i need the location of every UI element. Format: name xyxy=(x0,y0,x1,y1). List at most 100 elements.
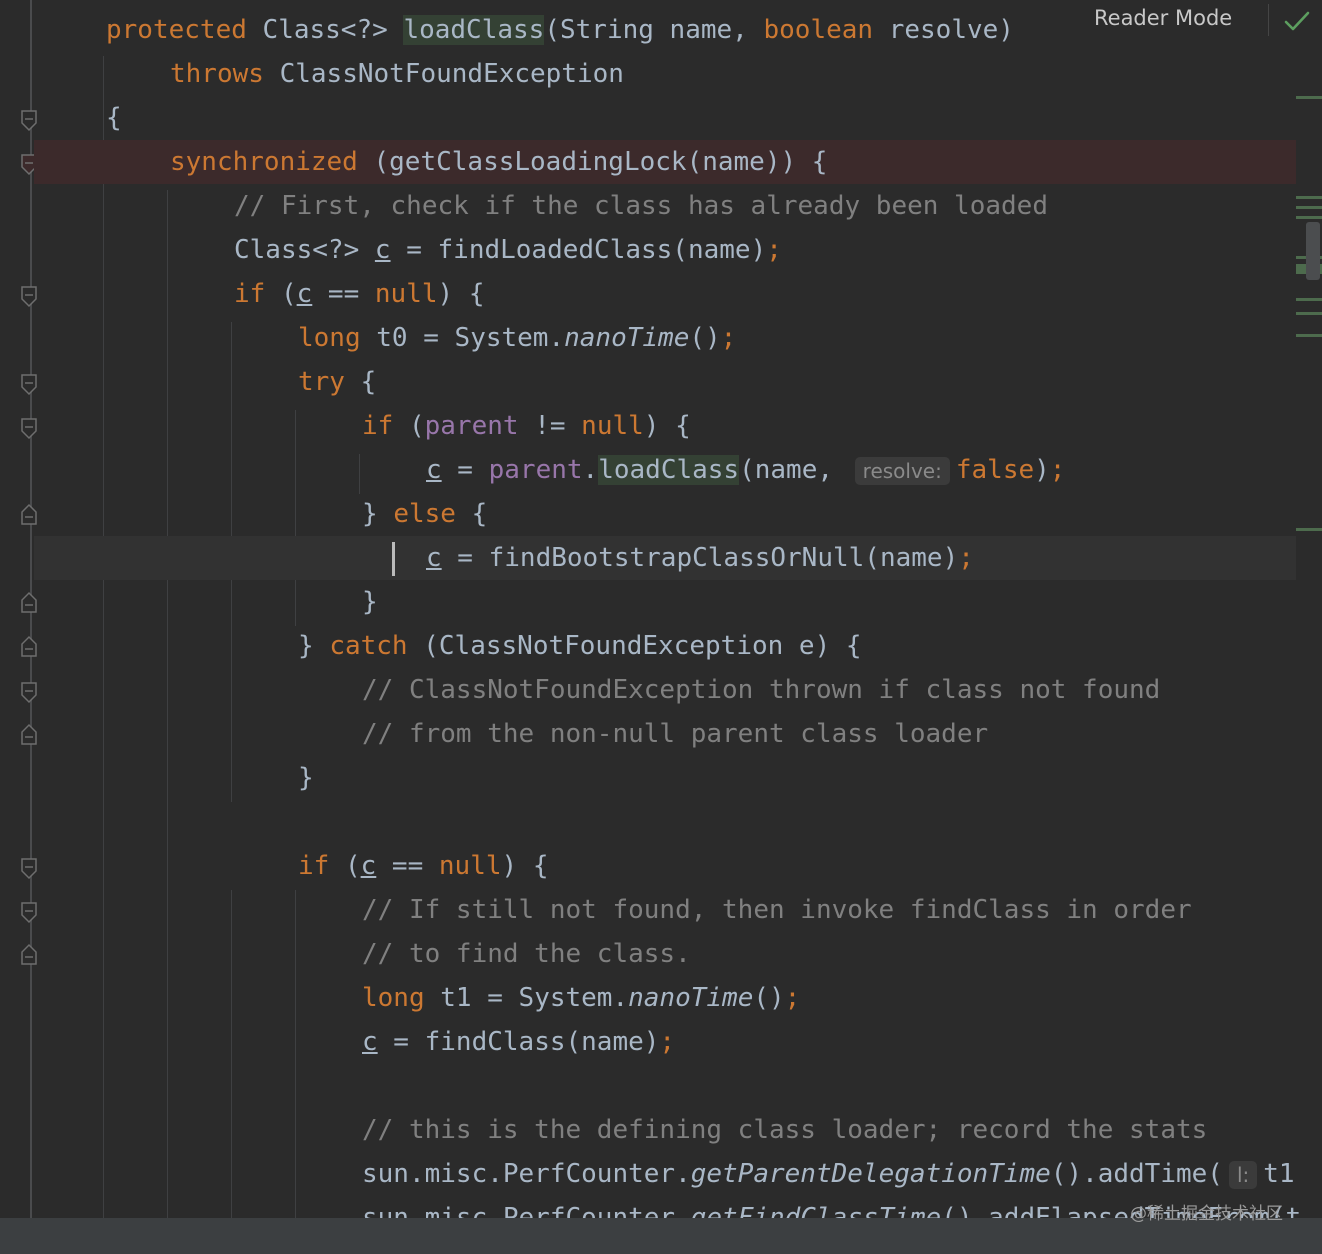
code-line[interactable]: c = parent.loadClass(name, resolve: false… xyxy=(0,448,1322,492)
code-line[interactable]: long t1 = System.nanoTime(); xyxy=(0,976,1322,1020)
code-text: = xyxy=(441,455,489,485)
comment: // First, check if the class has already… xyxy=(234,191,1048,221)
keyword: throws xyxy=(170,59,264,89)
code-text: (name, xyxy=(739,455,849,485)
watermark: @稀土掘金技术社区 xyxy=(1130,1204,1283,1224)
code-text: ClassNotFoundException xyxy=(263,59,624,89)
code-line[interactable]: { xyxy=(0,96,1322,140)
code-text: == xyxy=(312,279,375,309)
keyword: null xyxy=(374,279,438,309)
code-text: { xyxy=(106,103,122,133)
code-text: } xyxy=(298,763,314,793)
parameter-hint: resolve: xyxy=(854,457,950,485)
code-text: t1 xyxy=(1263,1159,1295,1189)
code-line[interactable]: sun.misc.PerfCounter.getParentDelegation… xyxy=(0,1152,1322,1196)
code-text: (ClassNotFoundException e) { xyxy=(407,631,862,661)
static-method: nanoTime xyxy=(564,323,690,353)
comment: // ClassNotFoundException thrown if clas… xyxy=(362,675,1161,705)
code-line[interactable]: // If still not found, then invoke findC… xyxy=(0,888,1322,932)
reader-mode-button[interactable]: Reader Mode xyxy=(1094,6,1232,30)
change-marker[interactable] xyxy=(1296,196,1322,199)
code-editor[interactable]: protected Class<?> loadClass(String name… xyxy=(0,0,1322,1218)
code-text: ) { xyxy=(643,411,691,441)
code-line[interactable]: } else { xyxy=(0,492,1322,536)
change-marker[interactable] xyxy=(1296,298,1322,301)
code-line[interactable]: // from the non-null parent class loader xyxy=(0,712,1322,756)
keyword: null xyxy=(581,411,644,441)
code-text: ( xyxy=(265,279,297,309)
code-text: () xyxy=(689,323,721,353)
change-marker[interactable] xyxy=(1296,206,1322,209)
comment: // this is the defining class loader; re… xyxy=(362,1115,1208,1145)
change-marker[interactable] xyxy=(1296,528,1322,531)
static-method: getParentDelegationTime xyxy=(690,1159,1051,1189)
change-marker[interactable] xyxy=(1296,312,1322,315)
change-marker[interactable] xyxy=(1296,334,1322,337)
code-text: = findLoadedClass(name) xyxy=(390,235,767,265)
code-text: t1 = System. xyxy=(424,983,629,1013)
change-marker[interactable] xyxy=(1296,216,1322,219)
code-line-highlighted[interactable]: synchronized (getClassLoadingLock(name))… xyxy=(34,140,1296,184)
code-text: sun.misc.PerfCounter. xyxy=(362,1203,691,1218)
semicolon: ; xyxy=(784,983,801,1013)
code-line[interactable]: sun.misc.PerfCounter.getFindClassTime().… xyxy=(0,1196,1322,1218)
code-text: ().addTime( xyxy=(1050,1159,1223,1189)
code-text: Class<?> xyxy=(246,15,404,45)
scrollbar-thumb[interactable] xyxy=(1306,222,1320,280)
code-line[interactable]: } catch (ClassNotFoundException e) { xyxy=(0,624,1322,668)
change-marker[interactable] xyxy=(1296,96,1322,99)
semicolon: ; xyxy=(958,543,974,573)
code-line[interactable]: c = findClass(name); xyxy=(0,1020,1322,1064)
code-line[interactable]: long t0 = System.nanoTime(); xyxy=(0,316,1322,360)
method-name-highlighted[interactable]: loadClass xyxy=(403,15,545,45)
text-caret xyxy=(392,536,395,580)
code-text: (getClassLoadingLock(name)) { xyxy=(357,147,828,177)
code-line[interactable]: // to find the class. xyxy=(0,932,1322,976)
code-text: ) { xyxy=(437,279,485,309)
error-stripe[interactable] xyxy=(1296,0,1322,1218)
keyword: false xyxy=(955,455,1035,485)
variable: c xyxy=(296,279,313,309)
code-text: } xyxy=(362,587,378,617)
code-line[interactable]: // ClassNotFoundException thrown if clas… xyxy=(0,668,1322,712)
code-text: ( xyxy=(329,851,361,881)
code-text: = findBootstrapClassOrNull(name) xyxy=(441,543,959,573)
comment: // from the non-null parent class loader xyxy=(362,719,989,749)
variable: c xyxy=(426,543,442,573)
semicolon: ; xyxy=(1049,455,1066,485)
field: parent xyxy=(424,411,519,441)
code-line[interactable]: } xyxy=(0,756,1322,800)
keyword: if xyxy=(234,279,266,309)
code-line[interactable]: if (parent != null) { xyxy=(0,404,1322,448)
code-text: ( xyxy=(393,411,425,441)
code-line[interactable]: } xyxy=(0,580,1322,624)
variable: c xyxy=(374,235,391,265)
code-text: Class<?> xyxy=(234,235,375,265)
code-text: resolve) xyxy=(873,15,1014,45)
static-method: nanoTime xyxy=(628,983,754,1013)
code-text: { xyxy=(455,499,488,529)
code-line[interactable]: try { xyxy=(0,360,1322,404)
keyword: if xyxy=(298,851,330,881)
code-line[interactable]: // this is the defining class loader; re… xyxy=(0,1108,1322,1152)
code-text: ) { xyxy=(501,851,549,881)
code-line[interactable]: if (c == null) { xyxy=(0,272,1322,316)
keyword: long xyxy=(298,323,361,353)
code-text: () xyxy=(753,983,785,1013)
code-line[interactable]: Class<?> c = findLoadedClass(name); xyxy=(0,228,1322,272)
field: parent xyxy=(488,455,583,485)
code-text: } xyxy=(362,499,394,529)
bottom-bar xyxy=(0,1218,1322,1254)
code-line[interactable]: throws ClassNotFoundException xyxy=(0,52,1322,96)
comment: // to find the class. xyxy=(362,939,691,969)
keyword: try xyxy=(298,367,345,397)
keyword: if xyxy=(362,411,394,441)
code-line[interactable]: // First, check if the class has already… xyxy=(0,184,1322,228)
keyword: null xyxy=(438,851,502,881)
method-name-highlighted[interactable]: loadClass xyxy=(598,455,740,485)
keyword: protected xyxy=(106,15,247,45)
comment: // If still not found, then invoke findC… xyxy=(362,895,1192,925)
code-line[interactable]: if (c == null) { xyxy=(0,844,1322,888)
code-line-current[interactable]: c = findBootstrapClassOrNull(name); xyxy=(34,536,1296,580)
code-text: } xyxy=(298,631,330,661)
